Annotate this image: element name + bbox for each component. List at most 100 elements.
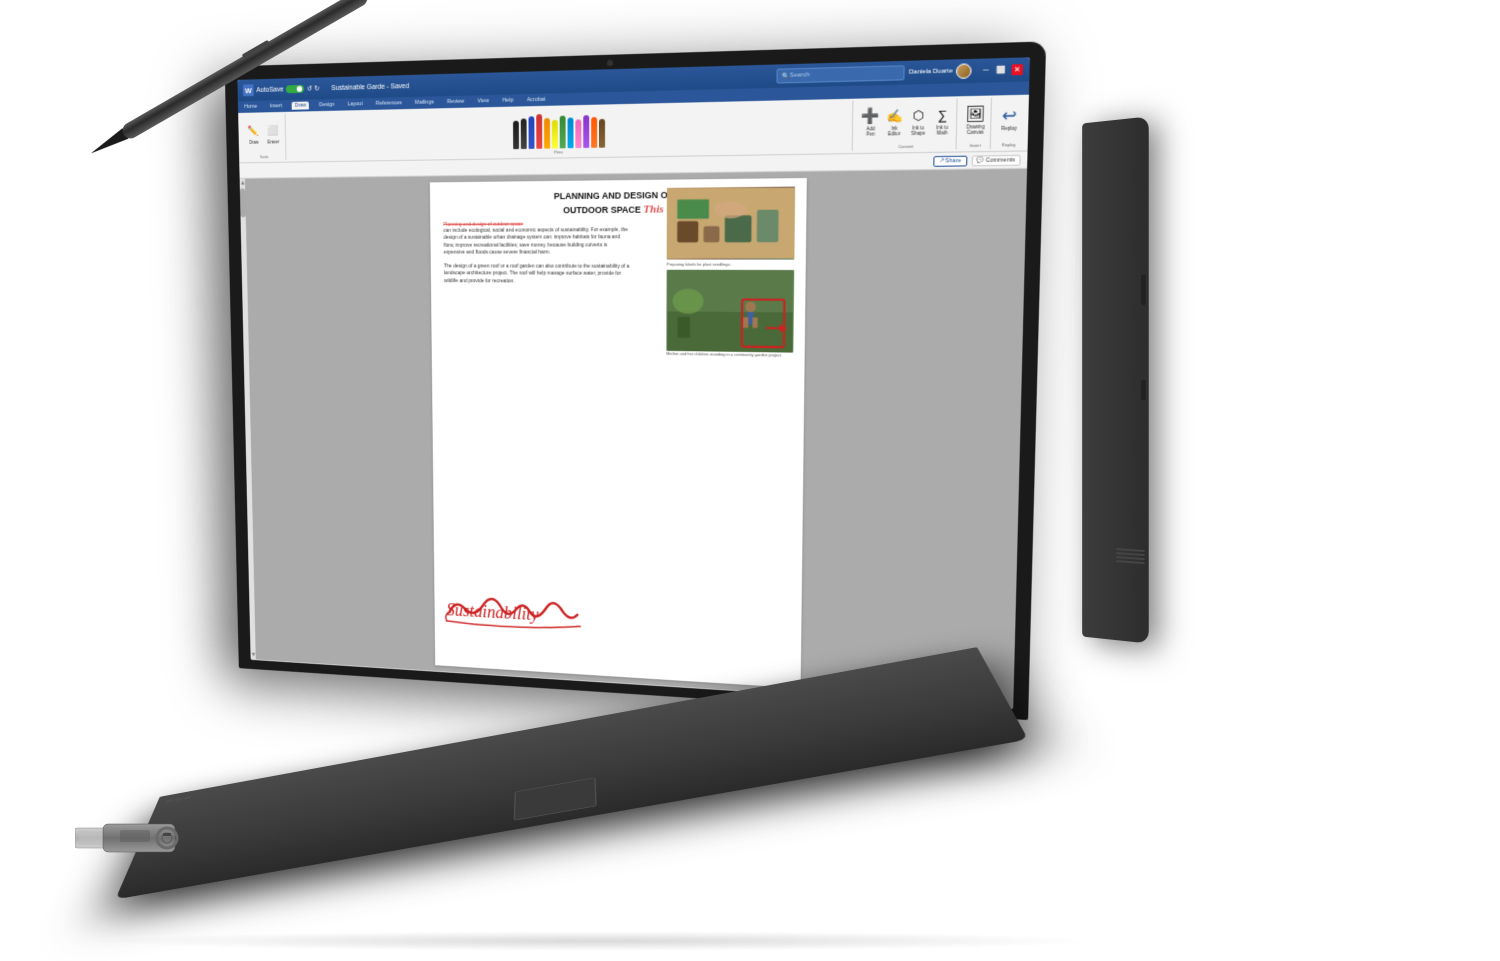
pen-purple[interactable] <box>583 115 589 148</box>
tab-draw[interactable]: Draw <box>292 101 309 109</box>
drawing-canvas-button[interactable]: 🖼 DrawingCanvas <box>964 104 987 137</box>
doc-title-text-2: OUTDOOR SPACE <box>563 204 643 215</box>
tab-help[interactable]: Help <box>499 96 516 105</box>
taskbar-mail-icon[interactable]: ✉ <box>546 696 557 708</box>
drawing-canvas-icon: 🖼 <box>967 105 985 123</box>
tab-design[interactable]: Design <box>316 101 337 109</box>
doc-image-2 <box>666 270 794 353</box>
search-box[interactable]: 🔍 Search <box>776 65 904 83</box>
laptop-assembly: W AutoSave ↺ ↻ Sustainable Garde - Saved <box>120 60 1170 880</box>
doc-body-1: Planning and design of outdoor space can… <box>443 221 630 258</box>
share-label: Share <box>945 157 961 164</box>
pens-group: Pens <box>288 101 854 160</box>
pen-blue[interactable] <box>528 116 534 149</box>
start-button[interactable] <box>256 676 268 690</box>
doc-body-text-1: can include ecological, social and econo… <box>443 227 630 257</box>
share-button[interactable]: ↗ Share <box>934 155 967 166</box>
draw-label: Draw <box>249 140 258 145</box>
pen-orange[interactable] <box>544 118 550 149</box>
user-info: Daniela Duarte <box>909 63 972 80</box>
sustainability-svg: Sustainability <box>442 579 592 640</box>
add-pen-button[interactable]: ➕ AddPen <box>860 106 882 138</box>
minimize-button[interactable]: ─ <box>980 65 991 76</box>
comments-button[interactable]: 💬 Comments <box>971 154 1021 166</box>
add-pen-icon: ➕ <box>862 107 879 124</box>
ink-editor-button[interactable]: ✍ InkEditor <box>883 106 905 138</box>
word-application: W AutoSave ↺ ↻ Sustainable Garde - Saved <box>237 57 1030 709</box>
tools-group: ✏️ Draw ⬜ Eraser Tools <box>242 114 287 161</box>
ink-replay-icon: ↩ <box>1000 107 1018 125</box>
taskbar-store-icon[interactable]: 🛍 <box>561 697 572 709</box>
tab-review[interactable]: Review <box>444 98 467 107</box>
doc-body-text-2: The design of a green roof or a roof gar… <box>444 263 631 286</box>
pens-group-label: Pens <box>554 149 563 154</box>
share-icon: ↗ <box>939 158 944 165</box>
handwriting-area: Sustainability <box>442 579 592 641</box>
pen-lightblue[interactable] <box>567 118 573 149</box>
tab-references[interactable]: References <box>373 99 405 108</box>
pen-dark[interactable] <box>520 119 526 150</box>
tab-layout[interactable]: Layout <box>345 100 366 108</box>
comments-icon: 💬 <box>977 157 985 164</box>
drawing-canvas-label: DrawingCanvas <box>966 124 985 136</box>
taskbar-search[interactable]: 🔍 Type here to search <box>272 677 351 695</box>
svg-text:Sustainability: Sustainability <box>446 600 538 625</box>
tab-mailings[interactable]: Mailings <box>412 98 437 107</box>
convert-items: ➕ AddPen ✍ InkEditor ⬡ Ink toShape <box>860 100 954 144</box>
tab-home[interactable]: Home <box>241 103 260 111</box>
main-scene: W AutoSave ↺ ↻ Sustainable Garde - Saved <box>0 0 1500 961</box>
taskbar-word-icon[interactable]: W <box>576 698 587 709</box>
tab-view[interactable]: View <box>475 97 492 106</box>
pen-pink[interactable] <box>575 119 581 148</box>
taskbar-app-icons: ℰ 📁 ✉ 🛍 W <box>516 694 588 709</box>
convert-group-label: Convert <box>898 144 913 150</box>
user-name: Daniela Duarte <box>909 68 953 76</box>
restore-button[interactable]: ⬜ <box>996 65 1007 76</box>
search-placeholder: Search <box>790 72 810 79</box>
ink-to-shape-button[interactable]: ⬡ Ink toShape <box>907 105 929 137</box>
pen-black[interactable] <box>513 121 519 149</box>
ink-to-shape-icon: ⬡ <box>910 106 928 124</box>
user-avatar <box>956 63 972 79</box>
word-count: 818 words <box>285 665 305 672</box>
ink-to-math-button[interactable]: ∑ Ink toMath <box>931 105 954 138</box>
close-button[interactable]: ✕ <box>1012 64 1024 75</box>
image-1-content <box>667 187 796 260</box>
eraser-button[interactable]: ⬜ Eraser <box>264 122 282 146</box>
replay-items: ↩ Replay <box>998 98 1021 141</box>
replay-group-label: Replay <box>1002 142 1016 148</box>
ink-replay-button[interactable]: ↩ Replay <box>998 106 1021 133</box>
pen-red[interactable] <box>536 114 542 149</box>
tab-insert[interactable]: Insert <box>267 102 285 110</box>
doc-handwritten-this: This <box>643 203 663 215</box>
port-right-1 <box>1141 275 1146 306</box>
autosave-label: AutoSave <box>256 86 283 94</box>
eraser-icon: ⬜ <box>266 123 281 139</box>
doc-images: Preparing labels for plant seedlings. <box>666 186 800 360</box>
tools-group-items: ✏️ Draw ⬜ Eraser <box>244 115 282 154</box>
ink-to-shape-label: Ink toShape <box>911 125 925 137</box>
screen-panel: W AutoSave ↺ ↻ Sustainable Garde - Saved <box>225 41 1047 720</box>
draw-icon: ✏️ <box>246 123 261 139</box>
insert-group: 🖼 DrawingCanvas Insert <box>960 98 992 150</box>
pen-yellow[interactable] <box>552 120 558 149</box>
ink-editor-label: InkEditor <box>888 125 901 137</box>
pen-green[interactable] <box>559 116 565 149</box>
window-controls: ─ ⬜ ✕ <box>980 64 1023 76</box>
touchpad[interactable] <box>514 777 597 820</box>
tools-group-label: Tools <box>260 154 268 159</box>
speaker-grille <box>1116 548 1145 564</box>
pen-brown[interactable] <box>599 119 605 148</box>
draw-button[interactable]: ✏️ Draw <box>245 122 263 146</box>
shadow <box>100 931 1100 951</box>
pen-items <box>513 108 605 150</box>
screen-content: W AutoSave ↺ ↻ Sustainable Garde - Saved <box>237 57 1030 709</box>
doc-image-1 <box>667 187 796 260</box>
document-title: Sustainable Garde - Saved <box>331 82 409 91</box>
taskbar-folder-icon[interactable]: 📁 <box>531 695 542 707</box>
scrollbar-thumb[interactable] <box>240 188 246 217</box>
pen-deeporange[interactable] <box>591 117 597 148</box>
tab-acrobat[interactable]: Acrobat <box>524 96 548 105</box>
usb-drive-svg <box>75 806 185 871</box>
taskbar-edge-icon[interactable]: ℰ <box>516 694 527 706</box>
